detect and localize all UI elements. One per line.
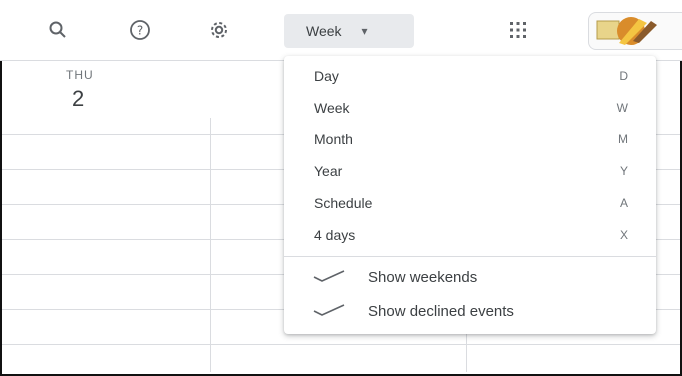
toggle-label: Show declined events — [368, 302, 514, 320]
view-switcher-label: Week — [306, 23, 342, 39]
menu-item-day[interactable]: Day D — [284, 61, 656, 91]
menu-item-label: Month — [314, 131, 353, 147]
menu-item-shortcut: A — [619, 196, 628, 210]
toggle-show-declined-events[interactable]: Show declined events — [284, 296, 656, 326]
menu-item-4-days[interactable]: 4 days X — [284, 220, 656, 250]
menu-item-schedule[interactable]: Schedule A — [284, 188, 656, 218]
check-icon — [312, 303, 348, 320]
help-icon[interactable]: ? — [126, 16, 154, 44]
menu-item-week[interactable]: Week W — [284, 93, 656, 123]
menu-item-shortcut: D — [619, 69, 628, 83]
chevron-down-icon: ▾ — [361, 24, 368, 38]
day-name: THU — [66, 68, 94, 82]
view-dropdown-menu: Day D Week W Month M Year Y Schedule A 4… — [284, 56, 656, 334]
menu-item-shortcut: W — [616, 101, 628, 115]
check-icon — [312, 269, 348, 286]
menu-item-year[interactable]: Year Y — [284, 156, 656, 186]
menu-divider — [284, 256, 656, 257]
apps-grid-icon[interactable] — [504, 16, 532, 44]
toggle-show-weekends[interactable]: Show weekends — [284, 262, 656, 292]
menu-item-shortcut: X — [619, 228, 628, 242]
menu-item-label: Schedule — [314, 195, 373, 211]
menu-item-label: Week — [314, 100, 350, 116]
gear-icon[interactable] — [205, 16, 233, 44]
account-avatar[interactable] — [588, 12, 682, 50]
svg-text:?: ? — [137, 24, 143, 38]
view-switcher-button[interactable]: Week ▾ — [284, 14, 414, 48]
menu-item-month[interactable]: Month M — [284, 124, 656, 154]
menu-item-label: Year — [314, 163, 343, 179]
menu-item-label: 4 days — [314, 227, 356, 243]
toggle-label: Show weekends — [368, 268, 478, 286]
grid-column-divider — [210, 118, 211, 372]
top-toolbar: ? Week ▾ — [0, 0, 682, 61]
menu-item-shortcut: M — [618, 132, 628, 146]
grid-hour-line — [2, 344, 680, 345]
menu-item-shortcut: Y — [619, 164, 628, 178]
day-number[interactable]: 2 — [72, 86, 84, 112]
menu-item-label: Day — [314, 68, 339, 84]
search-icon[interactable] — [44, 16, 72, 44]
